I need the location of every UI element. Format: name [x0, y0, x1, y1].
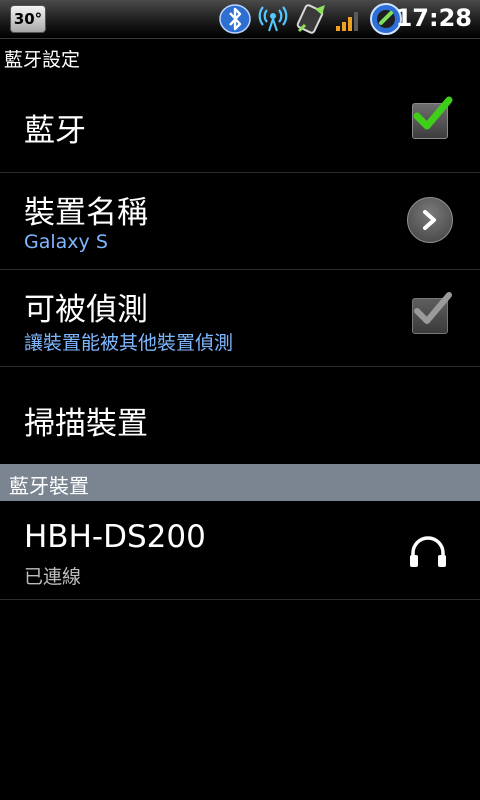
bluetooth-label: 藍牙 [24, 113, 86, 149]
checkmark-icon [414, 292, 452, 324]
discoverable-row[interactable]: 可被偵測 讓裝置能被其他裝置偵測 [0, 270, 480, 367]
scan-devices-label: 掃描裝置 [24, 406, 148, 442]
sync-icon [295, 3, 329, 39]
bluetooth-toggle-row[interactable]: 藍牙 [0, 74, 480, 173]
status-clock: 17:28 [395, 4, 472, 32]
bluetooth-checkbox[interactable] [412, 96, 453, 139]
headphones-icon [408, 535, 448, 573]
section-header-label: 藍牙裝置 [9, 474, 89, 498]
status-bar: 30° 17:28 [0, 0, 480, 39]
chevron-right-icon [423, 210, 436, 230]
checkmark-icon [413, 96, 453, 130]
scan-devices-row[interactable]: 掃描裝置 [0, 367, 480, 463]
discoverable-checkbox[interactable] [412, 292, 452, 334]
weather-temperature-badge: 30° [10, 5, 46, 33]
discoverable-label: 可被偵測 [24, 292, 148, 328]
device-name-edit-button[interactable] [407, 197, 453, 243]
wifi-hotspot-icon [258, 5, 288, 37]
bluetooth-icon [219, 3, 253, 39]
device-name-label: 裝置名稱 [24, 195, 148, 231]
discoverable-description: 讓裝置能被其他裝置偵測 [24, 332, 234, 354]
page-title: 藍牙設定 [4, 49, 81, 71]
device-name: HBH-DS200 [24, 519, 206, 555]
device-name-value: Galaxy S [24, 231, 108, 253]
device-name-row[interactable]: 裝置名稱 Galaxy S [0, 173, 480, 270]
signal-icon [335, 8, 363, 36]
device-status: 已連線 [24, 566, 82, 588]
section-header-bluetooth-devices: 藍牙裝置 [0, 464, 480, 501]
